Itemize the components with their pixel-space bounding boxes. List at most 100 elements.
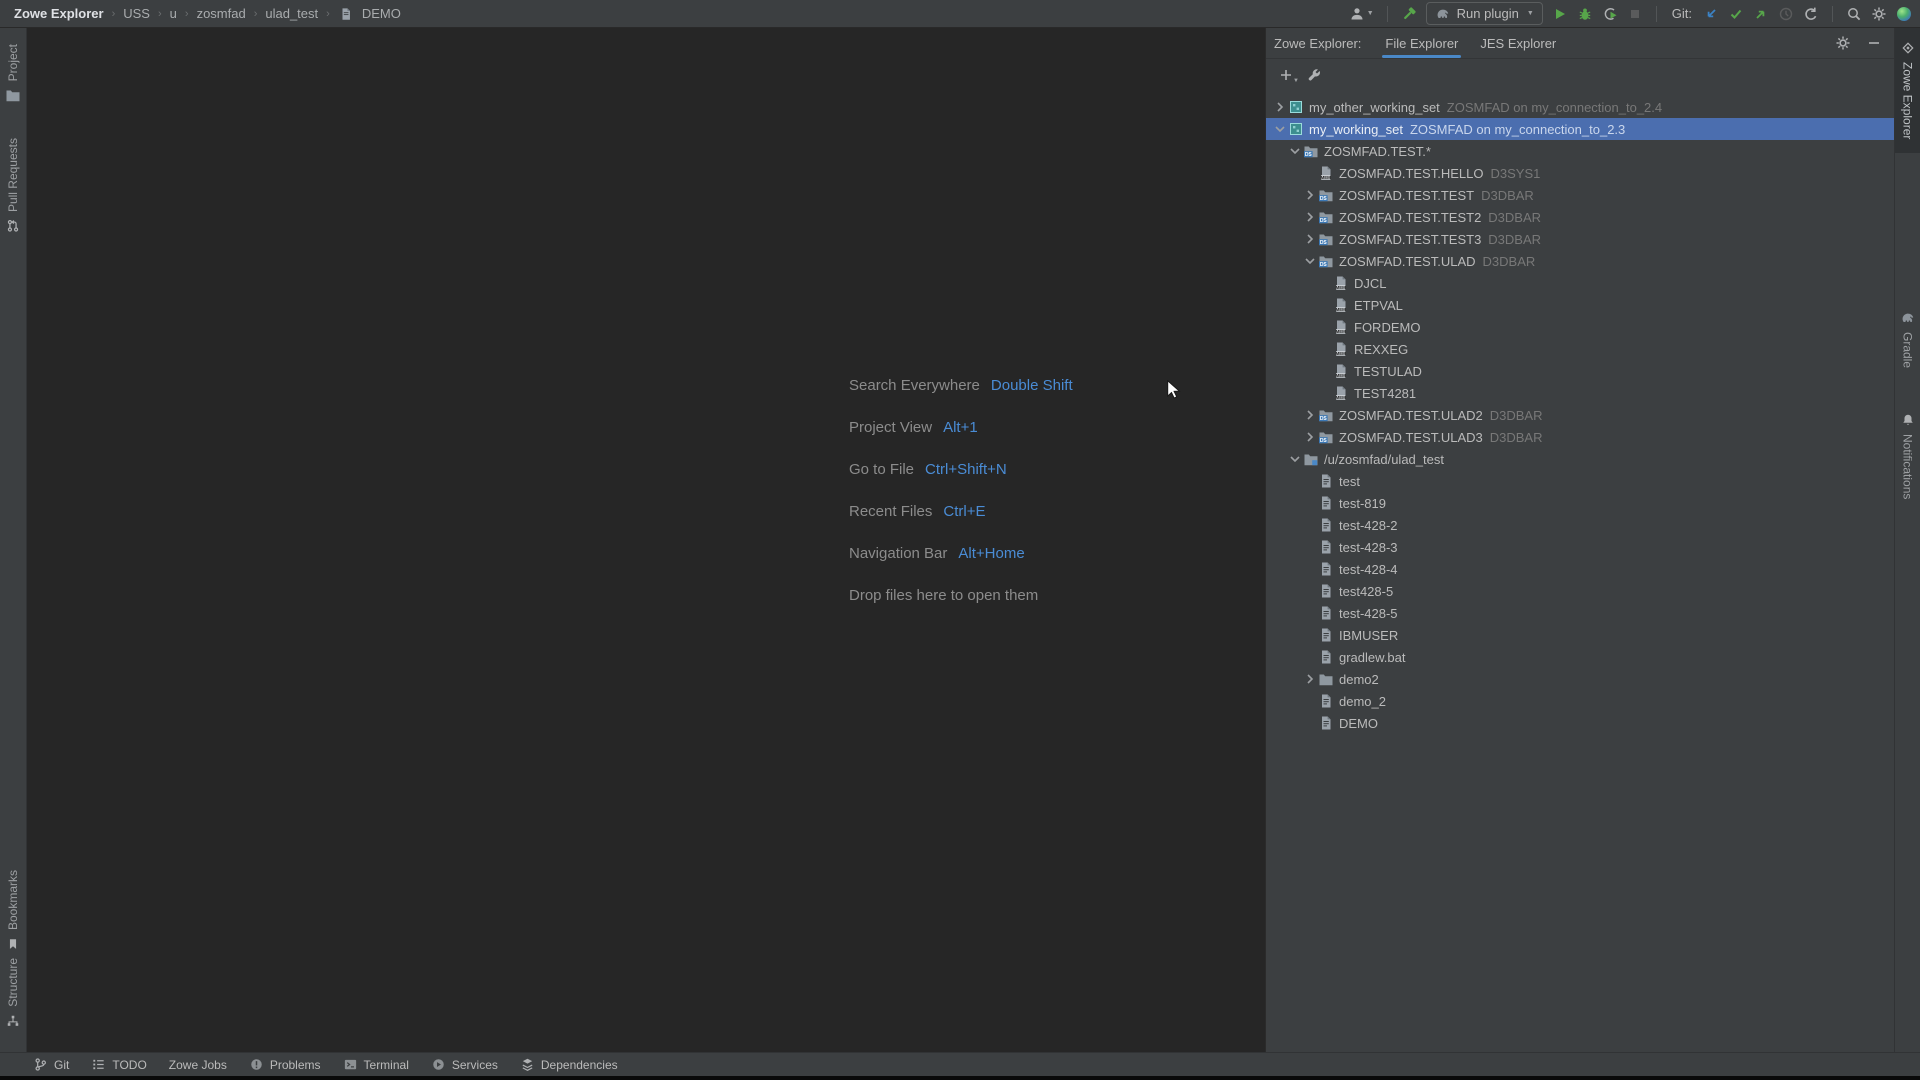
statusbar-item-label: Git bbox=[54, 1058, 69, 1072]
tab-jes-explorer[interactable]: JES Explorer bbox=[1472, 28, 1564, 58]
statusbar-item-dependencies[interactable]: Dependencies bbox=[509, 1053, 629, 1076]
tree-row-demo2[interactable]: demo2 bbox=[1266, 668, 1894, 690]
tree-row-REXXEG[interactable]: MEMREXXEG bbox=[1266, 338, 1894, 360]
tree-node-label: ZOSMFAD.TEST.TEST bbox=[1339, 188, 1474, 203]
tree-row-ZOSMFAD.TEST.TEST2[interactable]: DSZOSMFAD.TEST.TEST2D3DBAR bbox=[1266, 206, 1894, 228]
tree-row-demo_2[interactable]: demo_2 bbox=[1266, 690, 1894, 712]
tree-row-IBMUSER[interactable]: IBMUSER bbox=[1266, 624, 1894, 646]
statusbar-item-problems[interactable]: Problems bbox=[238, 1053, 332, 1076]
add-action-button[interactable]: ▼ bbox=[1278, 67, 1294, 83]
breadcrumb-item-4[interactable]: ulad_test bbox=[265, 6, 318, 21]
tree-row-/u/zosmfad/ulad_test[interactable]: /u/zosmfad/ulad_test bbox=[1266, 448, 1894, 470]
debug-bug-button[interactable] bbox=[1577, 6, 1593, 22]
working-set-icon bbox=[1288, 99, 1304, 115]
uss-folder-icon bbox=[1303, 451, 1319, 467]
tree-row-ZOSMFAD.TEST.ULAD3[interactable]: DSZOSMFAD.TEST.ULAD3D3DBAR bbox=[1266, 426, 1894, 448]
stop-icon bbox=[1627, 6, 1643, 22]
history-clock-button[interactable] bbox=[1778, 6, 1794, 22]
statusbar-item-todo[interactable]: TODO bbox=[80, 1053, 157, 1076]
stripe-item-zowe-explorer[interactable]: Zowe Explorer bbox=[1895, 28, 1920, 153]
tree-row-test-428-2[interactable]: test-428-2 bbox=[1266, 514, 1894, 536]
chevron-right-icon[interactable] bbox=[1272, 99, 1288, 115]
chevron-right-icon[interactable] bbox=[1302, 671, 1318, 687]
statusbar-item-zowe-jobs[interactable]: Zowe Jobs bbox=[158, 1053, 238, 1076]
run-play-button[interactable] bbox=[1552, 6, 1568, 22]
chevron-spacer bbox=[1302, 605, 1318, 621]
profiler-button[interactable] bbox=[1602, 6, 1618, 22]
services-icon bbox=[431, 1057, 446, 1072]
rollback-button[interactable] bbox=[1803, 6, 1819, 22]
stripe-item-pull-requests[interactable]: Pull Requests bbox=[0, 138, 26, 234]
search-button[interactable] bbox=[1846, 6, 1862, 22]
text-file-icon bbox=[1318, 561, 1334, 577]
tree-row-gradlew.bat[interactable]: gradlew.bat bbox=[1266, 646, 1894, 668]
settings-gear-button[interactable] bbox=[1835, 35, 1851, 51]
tree-row-test[interactable]: test bbox=[1266, 470, 1894, 492]
tree-row-DEMO[interactable]: DEMO bbox=[1266, 712, 1894, 734]
stripe-item-bookmarks[interactable]: Bookmarks bbox=[0, 870, 26, 952]
chevron-right-icon[interactable] bbox=[1302, 407, 1318, 423]
build-hammer-button[interactable] bbox=[1401, 6, 1417, 22]
chevron-spacer bbox=[1317, 363, 1333, 379]
tree-row-test-428-4[interactable]: test-428-4 bbox=[1266, 558, 1894, 580]
git-push-button[interactable] bbox=[1753, 6, 1769, 22]
breadcrumb-item-1[interactable]: USS bbox=[123, 6, 150, 21]
tree-row-test428-5[interactable]: test428-5 bbox=[1266, 580, 1894, 602]
breadcrumb-item-5[interactable]: DEMO bbox=[362, 6, 401, 21]
chevron-down-icon[interactable] bbox=[1287, 143, 1303, 159]
file-icon bbox=[338, 6, 354, 22]
tool-window-title: Zowe Explorer: bbox=[1274, 36, 1361, 51]
chevron-down-icon[interactable] bbox=[1287, 451, 1303, 467]
chevron-right-icon[interactable] bbox=[1302, 187, 1318, 203]
text-file-icon bbox=[1318, 495, 1334, 511]
chevron-down-icon[interactable] bbox=[1302, 253, 1318, 269]
stop-button[interactable] bbox=[1627, 6, 1643, 22]
tab-file-explorer-label: File Explorer bbox=[1385, 36, 1458, 51]
tree-row-TEST4281[interactable]: MEMTEST4281 bbox=[1266, 382, 1894, 404]
chevron-right-icon[interactable] bbox=[1302, 231, 1318, 247]
tree-row-DJCL[interactable]: MEMDJCL bbox=[1266, 272, 1894, 294]
stripe-item-project[interactable]: Project bbox=[0, 44, 26, 103]
minimize-button[interactable] bbox=[1866, 35, 1882, 51]
tree-row-ETPVAL[interactable]: MEMETPVAL bbox=[1266, 294, 1894, 316]
tree-row-test-819[interactable]: test-819 bbox=[1266, 492, 1894, 514]
chevron-down-icon[interactable] bbox=[1272, 121, 1288, 137]
run-configuration-selector[interactable]: Run plugin▼ bbox=[1426, 2, 1543, 25]
stripe-item-label: Zowe Explorer bbox=[1901, 62, 1915, 139]
tree-row-ZOSMFAD.TEST.TEST3[interactable]: DSZOSMFAD.TEST.TEST3D3DBAR bbox=[1266, 228, 1894, 250]
user-button[interactable]: ▼ bbox=[1349, 6, 1374, 22]
git-update-button[interactable] bbox=[1703, 6, 1719, 22]
tree-row-ZOSMFAD.TEST.TEST[interactable]: DSZOSMFAD.TEST.TESTD3DBAR bbox=[1266, 184, 1894, 206]
breadcrumb-item-2[interactable]: u bbox=[170, 6, 177, 21]
stripe-item-notifications[interactable]: Notifications bbox=[1895, 412, 1920, 499]
stripe-item-gradle[interactable]: Gradle bbox=[1895, 310, 1920, 368]
statusbar-item-services[interactable]: Services bbox=[420, 1053, 509, 1076]
profiler-icon bbox=[1602, 6, 1618, 22]
statusbar-item-git[interactable]: Git bbox=[22, 1053, 80, 1076]
tree-row-my_working_set[interactable]: my_working_setZOSMFAD on my_connection_t… bbox=[1266, 118, 1894, 140]
avatar-sphere-button[interactable] bbox=[1896, 6, 1912, 22]
tree-row-ZOSMFAD.TEST.ULAD2[interactable]: DSZOSMFAD.TEST.ULAD2D3DBAR bbox=[1266, 404, 1894, 426]
tree-row-my_other_working_set[interactable]: my_other_working_setZOSMFAD on my_connec… bbox=[1266, 96, 1894, 118]
tab-file-explorer[interactable]: File Explorer bbox=[1377, 28, 1466, 58]
breadcrumb-item-0[interactable]: Zowe Explorer bbox=[14, 6, 104, 21]
settings-gear-button[interactable] bbox=[1871, 6, 1887, 22]
tree-row-test-428-5[interactable]: test-428-5 bbox=[1266, 602, 1894, 624]
tree-row-test-428-3[interactable]: test-428-3 bbox=[1266, 536, 1894, 558]
wrench-action-button[interactable] bbox=[1306, 67, 1322, 83]
chevron-right-icon[interactable] bbox=[1302, 429, 1318, 445]
git-commit-check-button[interactable] bbox=[1728, 6, 1744, 22]
member-file-icon: MEM bbox=[1333, 297, 1349, 313]
empty-editor-shortcuts: Search EverywhereDouble ShiftProject Vie… bbox=[849, 374, 1073, 626]
tree-row-ZOSMFAD.TEST.*[interactable]: DSZOSMFAD.TEST.* bbox=[1266, 140, 1894, 162]
tree-row-TESTULAD[interactable]: MEMTESTULAD bbox=[1266, 360, 1894, 382]
statusbar-item-label: Zowe Jobs bbox=[169, 1058, 227, 1072]
stripe-item-label: Notifications bbox=[1901, 434, 1915, 499]
chevron-right-icon[interactable] bbox=[1302, 209, 1318, 225]
breadcrumb-item-3[interactable]: zosmfad bbox=[197, 6, 246, 21]
tree-row-ZOSMFAD.TEST.HELLO[interactable]: MEMZOSMFAD.TEST.HELLOD3SYS1 bbox=[1266, 162, 1894, 184]
stripe-item-structure[interactable]: Structure bbox=[0, 958, 26, 1029]
statusbar-item-terminal[interactable]: Terminal bbox=[332, 1053, 420, 1076]
tree-row-ZOSMFAD.TEST.ULAD[interactable]: DSZOSMFAD.TEST.ULADD3DBAR bbox=[1266, 250, 1894, 272]
tree-row-FORDEMO[interactable]: MEMFORDEMO bbox=[1266, 316, 1894, 338]
